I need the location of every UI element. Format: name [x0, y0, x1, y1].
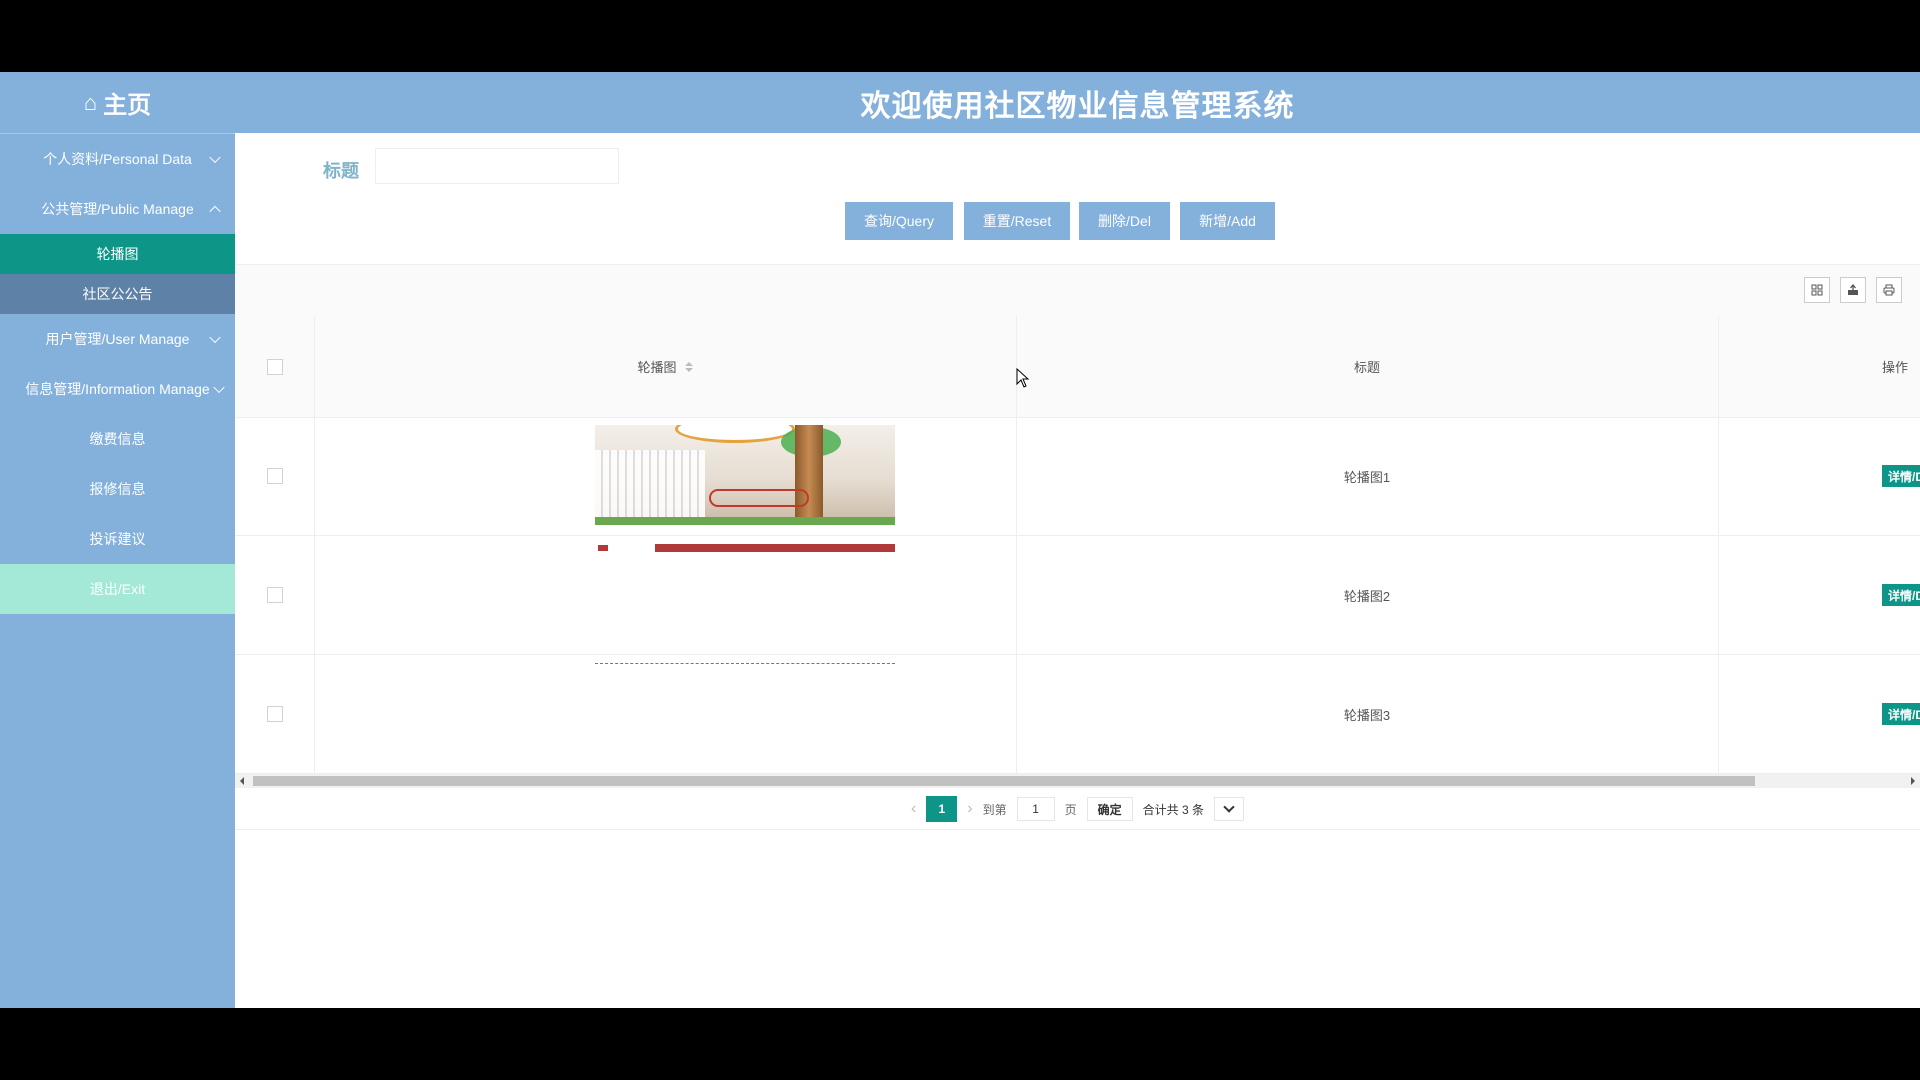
actions-cell: 详情/Detail: [1718, 655, 1920, 773]
query-button[interactable]: 查询/Query: [845, 202, 953, 240]
carousel-image: [595, 544, 895, 552]
page-unit-label: 页: [1064, 802, 1077, 817]
page-size-select[interactable]: [1214, 797, 1245, 821]
sidebar-item-personal-data[interactable]: 个人资料/Personal Data: [0, 134, 235, 184]
scroll-right-icon[interactable]: [1911, 777, 1915, 785]
header-checkbox-cell: [235, 316, 315, 417]
title-cell: 轮播图1: [1016, 417, 1719, 535]
reset-button[interactable]: 重置/Reset: [964, 202, 1070, 240]
goto-confirm-button[interactable]: 确定: [1086, 797, 1133, 821]
sidebar: 个人资料/Personal Data 公共管理/Public Manage 轮播…: [0, 133, 235, 1008]
sidebar-item-label: 报修信息: [89, 481, 146, 497]
carousel-image: [595, 663, 895, 666]
sidebar-item-label: 公共管理/Public Manage: [41, 201, 194, 217]
goto-label: 到第: [982, 802, 1007, 817]
system-title: 欢迎使用社区物业信息管理系统: [860, 89, 1295, 123]
column-header-label: 操作: [1881, 360, 1908, 375]
delete-button[interactable]: 删除/Del: [1079, 202, 1170, 240]
home-label: 主页: [103, 92, 152, 119]
title-cell: 轮播图2: [1016, 536, 1719, 654]
sidebar-subitem-carousel[interactable]: 轮播图: [0, 234, 235, 274]
table-toolbar: [235, 264, 1920, 317]
sidebar-subitem-label: 社区公公告: [82, 286, 153, 302]
sidebar-item-label: 退出/Exit: [89, 581, 146, 597]
actions-cell: 详情/Detail: [1718, 417, 1920, 535]
total-count: 合计共 3 条: [1142, 802, 1205, 817]
table-row: 轮播图3 详情/Detail: [235, 655, 1920, 774]
row-checkbox[interactable]: [266, 706, 283, 722]
horizontal-scrollbar[interactable]: [235, 774, 1920, 788]
sidebar-item-complaint[interactable]: 投诉建议: [0, 514, 235, 564]
table-row: 轮播图1 详情/Detail: [235, 417, 1920, 536]
add-button[interactable]: 新增/Add: [1180, 202, 1275, 240]
carousel-image-cell: [314, 536, 1017, 654]
row-checkbox[interactable]: [266, 587, 283, 603]
pagination: ‹ 1 › 到第 1 页 确定 合计共 3 条: [235, 789, 1920, 830]
sidebar-item-information-manage[interactable]: 信息管理/Information Manage: [0, 364, 235, 414]
detail-button[interactable]: 详情/Detail: [1882, 703, 1920, 725]
scrollbar-thumb[interactable]: [253, 776, 1755, 786]
column-header-label: 轮播图: [637, 360, 677, 375]
title-cell: 轮播图3: [1016, 655, 1719, 773]
title-search-input[interactable]: [375, 148, 619, 184]
chevron-up-icon: [209, 205, 221, 218]
column-header-label: 标题: [1353, 360, 1380, 375]
row-checkbox-cell: [235, 655, 315, 773]
table-row: 轮播图2 详情/Detail: [235, 536, 1920, 655]
scroll-left-icon[interactable]: [240, 777, 244, 785]
export-icon[interactable]: [1840, 277, 1866, 303]
column-header-carousel[interactable]: 轮播图: [314, 316, 1017, 417]
print-icon[interactable]: [1876, 277, 1902, 303]
columns-icon[interactable]: [1804, 277, 1830, 303]
sidebar-item-repair[interactable]: 报修信息: [0, 464, 235, 514]
actions-cell: 详情/Detail: [1718, 536, 1920, 654]
sidebar-item-public-manage[interactable]: 公共管理/Public Manage: [0, 184, 235, 234]
carousel-image-cell: [314, 417, 1017, 535]
chevron-down-icon: [209, 151, 221, 164]
home-icon: ⌂: [83, 89, 98, 115]
next-page-icon[interactable]: ›: [967, 800, 972, 818]
current-page[interactable]: 1: [926, 796, 958, 822]
sidebar-subitem-label: 轮播图: [96, 246, 139, 262]
sidebar-item-label: 用户管理/User Manage: [45, 331, 190, 347]
detail-button[interactable]: 详情/Detail: [1882, 465, 1920, 487]
search-label: 标题: [323, 161, 359, 181]
sidebar-item-label: 个人资料/Personal Data: [43, 151, 192, 167]
column-header-title: 标题: [1016, 316, 1719, 417]
column-header-actions: 操作: [1718, 316, 1920, 417]
row-checkbox[interactable]: [266, 468, 283, 484]
carousel-image-cell: [314, 655, 1017, 773]
detail-button[interactable]: 详情/Detail: [1882, 584, 1920, 606]
chevron-down-icon: [1223, 801, 1235, 813]
main-content: 标题 查询/Query 重置/Reset 删除/Del 新增/Add 轮播图 标…: [235, 133, 1920, 1008]
goto-page-input[interactable]: 1: [1016, 797, 1055, 821]
sort-icon[interactable]: [684, 361, 693, 373]
sidebar-item-user-manage[interactable]: 用户管理/User Manage: [0, 314, 235, 364]
sidebar-subitem-announcement[interactable]: 社区公公告: [0, 274, 235, 314]
select-all-checkbox[interactable]: [266, 358, 283, 375]
app-frame: ⌂ 主页 欢迎使用社区物业信息管理系统 个人资料/Personal Data 公…: [0, 72, 1920, 1008]
chevron-down-icon: [209, 331, 221, 344]
prev-page-icon[interactable]: ‹: [911, 800, 916, 818]
top-header: ⌂ 主页 欢迎使用社区物业信息管理系统: [0, 72, 1920, 133]
row-checkbox-cell: [235, 536, 315, 654]
carousel-image: [595, 425, 895, 525]
chevron-down-icon: [213, 381, 225, 394]
row-checkbox-cell: [235, 417, 315, 535]
table-header-row: 轮播图 标题 操作: [235, 316, 1920, 418]
sidebar-item-label: 信息管理/Information Manage: [25, 381, 210, 397]
sidebar-item-label: 缴费信息: [89, 431, 146, 447]
home-link[interactable]: ⌂ 主页: [0, 72, 235, 133]
sidebar-item-exit[interactable]: 退出/Exit: [0, 564, 235, 614]
sidebar-item-label: 投诉建议: [89, 531, 146, 547]
sidebar-item-payment[interactable]: 缴费信息: [0, 414, 235, 464]
